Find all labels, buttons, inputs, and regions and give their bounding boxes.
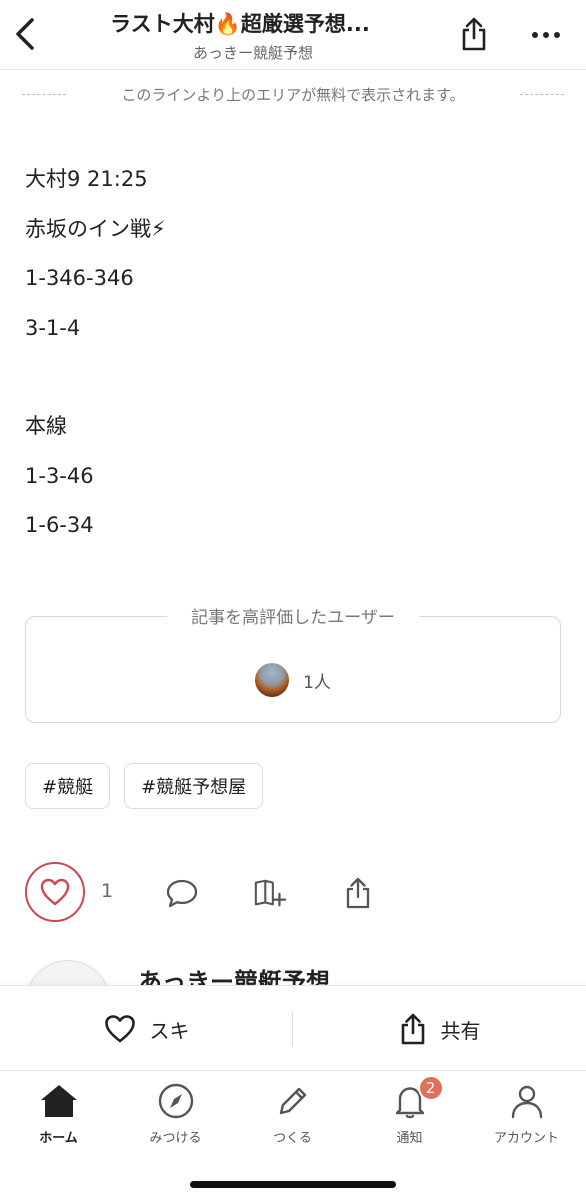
tab-notifications[interactable]: 2 通知 bbox=[351, 1075, 468, 1146]
sticky-like-button[interactable]: スキ bbox=[0, 986, 293, 1072]
avatar[interactable] bbox=[25, 960, 111, 986]
tab-label: つくる bbox=[273, 1131, 312, 1146]
heart-icon bbox=[104, 1015, 135, 1043]
home-indicator bbox=[190, 1181, 396, 1188]
liked-users-count: 1人 bbox=[303, 672, 331, 693]
sticky-action-bar: スキ 共有 bbox=[0, 985, 586, 1071]
divider bbox=[520, 94, 564, 95]
author-name[interactable]: あっきー競艇予想 bbox=[138, 962, 330, 986]
tab-account[interactable]: アカウント bbox=[468, 1081, 585, 1146]
liked-users-row: 1人 bbox=[26, 663, 560, 697]
article-title: ラスト大村🔥超厳選予想... bbox=[110, 12, 370, 36]
user-icon bbox=[507, 1081, 547, 1121]
tab-create[interactable]: つくる bbox=[234, 1081, 351, 1146]
body-line: 1-6-34 bbox=[25, 513, 94, 537]
body-line: 本線 bbox=[25, 414, 67, 438]
liked-users-box[interactable]: 記事を高評価したユーザー 1人 bbox=[25, 603, 561, 723]
divider bbox=[22, 94, 66, 95]
tab-label: ホーム bbox=[39, 1131, 78, 1146]
article-share-button[interactable] bbox=[341, 876, 375, 910]
hashtag-chip[interactable]: #競艇 bbox=[25, 763, 111, 809]
tab-label: アカウント bbox=[493, 1131, 559, 1146]
comment-button[interactable] bbox=[165, 876, 199, 910]
article-body: 大村9 21:25 赤坂のイン戦⚡ 1-346-346 3-1-4 本線 1-3… bbox=[25, 166, 555, 562]
article-author[interactable]: あっきー競艇予想 bbox=[90, 42, 416, 63]
article-actions: 1 bbox=[25, 862, 425, 922]
body-line bbox=[25, 364, 555, 413]
heart-icon bbox=[40, 878, 70, 906]
hashtag-chip[interactable]: #競艇予想屋 bbox=[124, 763, 264, 809]
sticky-like-label: スキ bbox=[149, 1018, 190, 1043]
body-line: 3-1-4 bbox=[25, 315, 81, 340]
free-area-notice: このラインより上のエリアが無料で表示されます。 bbox=[22, 84, 564, 105]
body-line: 大村9 21:25 bbox=[25, 167, 148, 191]
header-title-group: ラスト大村🔥超厳選予想... あっきー競艇予想 bbox=[90, 8, 416, 63]
liked-users-title: 記事を高評価したユーザー bbox=[167, 603, 419, 628]
body-line: 赤坂のイン戦⚡ bbox=[25, 216, 166, 241]
share-icon bbox=[462, 17, 486, 51]
share-icon bbox=[346, 877, 370, 909]
free-area-text: このラインより上のエリアが無料で表示されます。 bbox=[121, 86, 465, 104]
tab-label: 通知 bbox=[396, 1131, 423, 1146]
avatar[interactable] bbox=[255, 663, 290, 697]
chevron-left-icon bbox=[16, 18, 34, 50]
add-to-magazine-button[interactable] bbox=[253, 876, 287, 910]
notification-badge: 2 bbox=[417, 1075, 444, 1101]
share-button[interactable] bbox=[458, 14, 490, 54]
hashtag-list: #競艇 #競艇予想屋 bbox=[25, 763, 264, 809]
body-line: 1-3-46 bbox=[25, 463, 94, 488]
magazine-add-icon bbox=[254, 879, 287, 907]
back-button[interactable] bbox=[10, 12, 40, 56]
like-button[interactable] bbox=[25, 862, 85, 922]
body-line: 1-346-346 bbox=[25, 266, 134, 290]
sticky-share-button[interactable]: 共有 bbox=[293, 986, 586, 1072]
like-count: 1 bbox=[101, 880, 114, 902]
more-button[interactable] bbox=[528, 20, 564, 50]
tab-label: みつける bbox=[149, 1131, 202, 1146]
comment-icon bbox=[166, 879, 198, 908]
bell-icon: 2 bbox=[390, 1075, 444, 1121]
top-nav-bar: ラスト大村🔥超厳選予想... あっきー競艇予想 bbox=[0, 0, 586, 70]
tab-discover[interactable]: みつける bbox=[117, 1081, 234, 1146]
home-icon bbox=[39, 1081, 79, 1121]
share-icon bbox=[401, 1013, 424, 1045]
pencil-icon bbox=[273, 1081, 313, 1121]
author-section[interactable]: あっきー競艇予想 bbox=[25, 960, 565, 986]
sticky-share-label: 共有 bbox=[440, 1018, 481, 1043]
tab-home[interactable]: ホーム bbox=[0, 1081, 117, 1146]
compass-icon bbox=[156, 1081, 196, 1121]
more-dots-icon bbox=[532, 32, 560, 38]
